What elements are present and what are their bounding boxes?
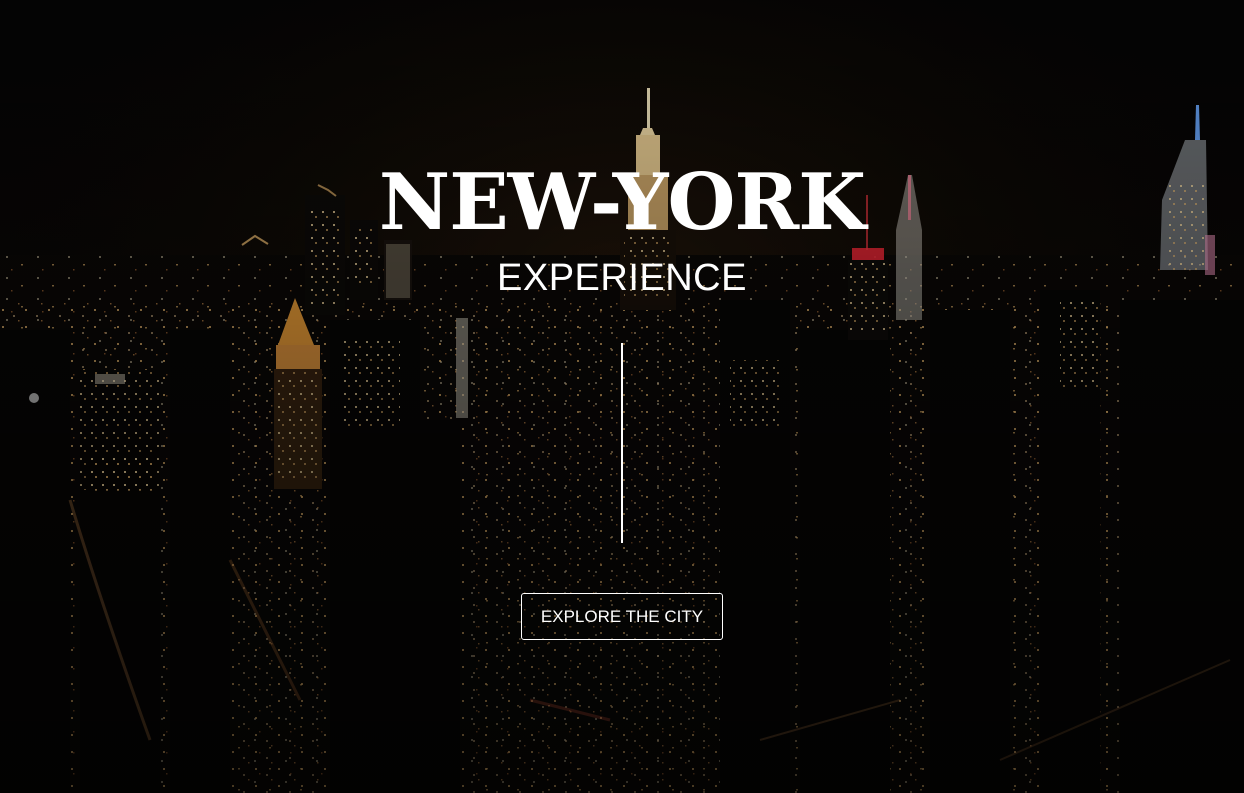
explore-city-button[interactable]: EXPLORE THE CITY	[521, 593, 723, 640]
vertical-divider	[621, 343, 623, 543]
page-subtitle: EXPERIENCE	[497, 257, 747, 299]
page-title: NEW-YORK	[378, 157, 866, 248]
hero-section: NEW-YORK EXPERIENCE EXPLORE THE CITY	[0, 0, 1244, 793]
